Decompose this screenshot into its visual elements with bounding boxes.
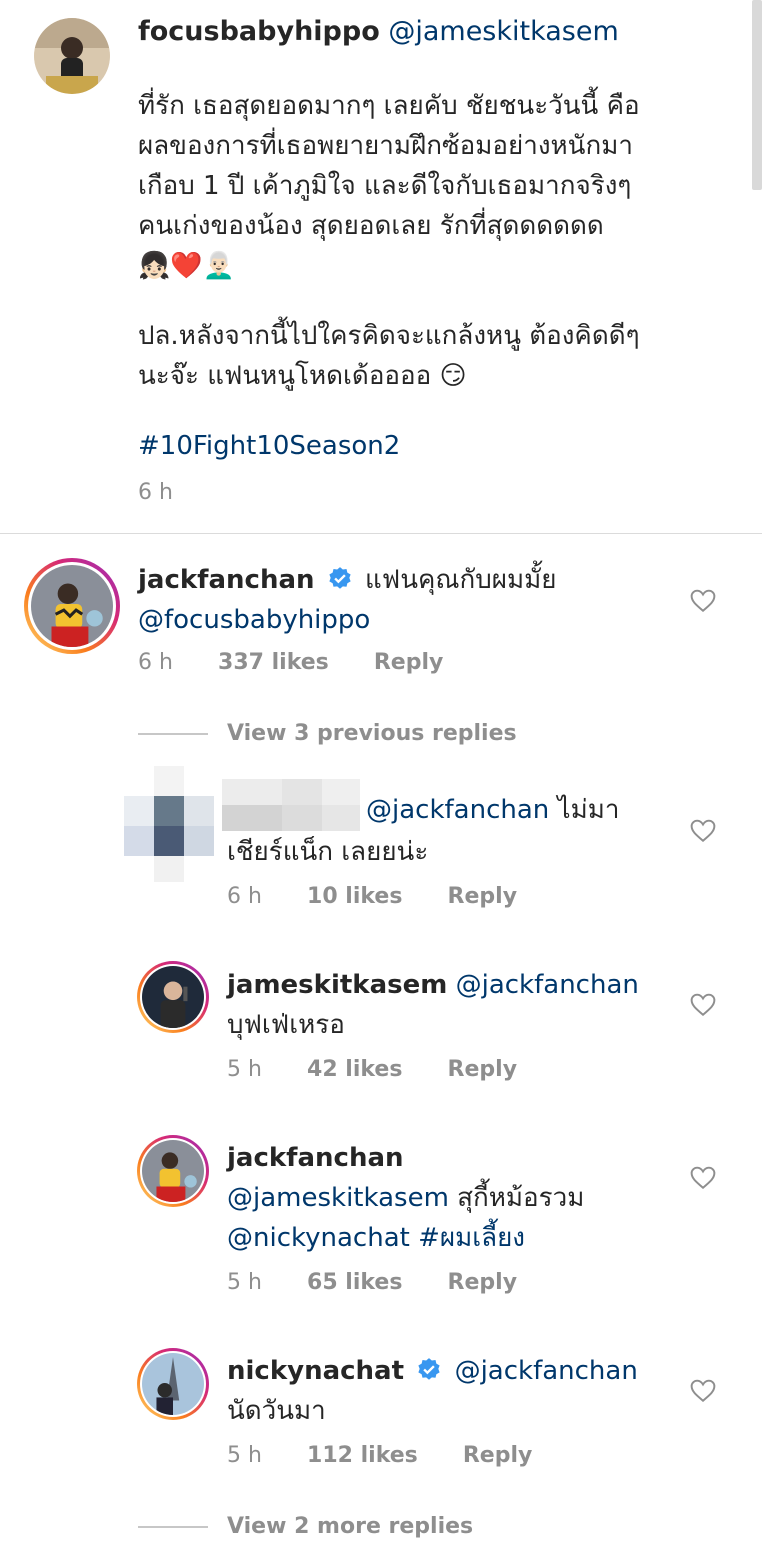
caption-header: focusbabyhippo @jameskitkasem xyxy=(138,12,619,52)
reply-hashtag[interactable]: #ผมเลี้ยง xyxy=(418,1223,525,1253)
reply-likes[interactable]: 42 likes xyxy=(307,1057,402,1082)
comment-avatar[interactable] xyxy=(24,558,120,654)
comment-time: 6 h xyxy=(138,650,173,675)
caption-avatar[interactable] xyxy=(34,18,110,94)
avatar-photo xyxy=(142,966,204,1028)
avatar-photo xyxy=(142,1353,204,1415)
reply-avatar[interactable] xyxy=(137,1135,209,1207)
reply-time: 5 h xyxy=(227,1057,262,1082)
caption-divider xyxy=(0,533,762,534)
view-more-replies[interactable]: View 2 more replies xyxy=(227,1514,473,1539)
reply-meta: 5 h 112 likes Reply xyxy=(227,1443,532,1468)
caption-time: 6 h xyxy=(138,480,173,505)
heart-outline-icon[interactable] xyxy=(690,1379,716,1403)
comment-text: แฟนคุณกับผมมั้ย xyxy=(365,565,557,595)
reply-time: 6 h xyxy=(227,884,262,909)
caption-line: ผลของการที่เธอพยายามฝึกซ้อมอย่างหนักมา xyxy=(138,131,633,161)
reply-avatar[interactable] xyxy=(137,961,209,1033)
reply-body: jameskitkasem @jackfanchan บุฟเฟ่เหรอ xyxy=(227,965,639,1045)
heart-outline-icon[interactable] xyxy=(690,993,716,1017)
reply-meta: 5 h 65 likes Reply xyxy=(227,1270,517,1295)
caption-mention[interactable]: @jameskitkasem xyxy=(388,16,618,47)
caption-emoji-line: 👧🏻❤️👨🏻‍🦳 xyxy=(138,251,236,281)
reply-mention[interactable]: @jackfanchan xyxy=(366,795,549,825)
reply-button[interactable]: Reply xyxy=(448,1057,518,1082)
reply-avatar-blurred xyxy=(124,766,214,886)
reply-username-blurred xyxy=(222,779,360,831)
reply-text-cont: เชียร์แน็ก เลยยน่ะ xyxy=(227,837,429,867)
view-previous-line xyxy=(138,733,208,735)
reply-mention[interactable]: @nickynachat xyxy=(227,1223,410,1253)
comment-mention[interactable]: @focusbabyhippo xyxy=(138,600,557,640)
avatar-photo xyxy=(34,18,110,94)
reply-text: สุกี้หม้อรวม xyxy=(457,1183,585,1213)
reply-likes[interactable]: 112 likes xyxy=(307,1443,418,1468)
reply-button[interactable]: Reply xyxy=(463,1443,533,1468)
comment-username[interactable]: jackfanchan xyxy=(138,565,315,595)
reply-meta: 5 h 42 likes Reply xyxy=(227,1057,517,1082)
caption-line: ที่รัก เธอสุดยอดมากๆ เลยคับ ชัยชนะวันนี้… xyxy=(138,91,640,121)
verified-badge-icon xyxy=(418,1358,440,1380)
comment-meta: 6 h 337 likes Reply xyxy=(138,650,443,675)
reply-body: nickynachat @jackfanchan นัดวันมา xyxy=(227,1351,638,1431)
reply-likes[interactable]: 65 likes xyxy=(307,1270,402,1295)
reply-button[interactable]: Reply xyxy=(374,650,444,675)
heart-outline-icon[interactable] xyxy=(690,1166,716,1190)
avatar-photo xyxy=(31,565,113,647)
reply-text: นัดวันมา xyxy=(227,1396,326,1426)
view-previous-replies[interactable]: View 3 previous replies xyxy=(227,721,517,746)
caption-line: คนเก่งของน้อง สุดยอดเลย รักที่สุดดดดดด xyxy=(138,211,604,241)
reply-mention[interactable]: @jameskitkasem xyxy=(227,1183,449,1213)
verified-badge-icon xyxy=(329,567,351,589)
heart-outline-icon[interactable] xyxy=(690,819,716,843)
comment-likes[interactable]: 337 likes xyxy=(218,650,329,675)
caption-ps: ปล.หลังจากนี้ไปใครคิดจะแกล้งหนู ต้องคิดด… xyxy=(138,316,640,396)
reply-body: jackfanchan @jameskitkasem สุกี้หม้อรวม … xyxy=(227,1138,584,1258)
reply-likes[interactable]: 10 likes xyxy=(307,884,402,909)
reply-mention[interactable]: @jackfanchan xyxy=(455,1356,638,1386)
caption-line: เกือบ 1 ปี เค้าภูมิใจ และดีใจกับเธอมากจร… xyxy=(138,171,632,201)
caption-hashtag[interactable]: #10Fight10Season2 xyxy=(138,428,400,464)
caption-ps-line: นะจ๊ะ แฟนหนูโหดเด้ออออ 😏 xyxy=(138,361,467,391)
reply-button[interactable]: Reply xyxy=(448,1270,518,1295)
reply-username[interactable]: jameskitkasem xyxy=(227,970,447,1000)
reply-avatar[interactable] xyxy=(137,1348,209,1420)
scrollbar[interactable] xyxy=(752,0,762,190)
reply-body: @jackfanchan ไม่มา xyxy=(366,790,619,830)
reply-time: 5 h xyxy=(227,1443,262,1468)
comment-body: jackfanchan แฟนคุณกับผมมั้ย @focusbabyhi… xyxy=(138,560,557,640)
avatar-photo xyxy=(142,1140,204,1202)
reply-text: ไม่มา xyxy=(557,795,620,825)
reply-text: บุฟเฟ่เหรอ xyxy=(227,1010,345,1040)
caption-username[interactable]: focusbabyhippo xyxy=(138,16,380,47)
reply-username[interactable]: nickynachat xyxy=(227,1356,404,1386)
caption-body: ที่รัก เธอสุดยอดมากๆ เลยคับ ชัยชนะวันนี้… xyxy=(138,86,640,286)
reply-button[interactable]: Reply xyxy=(448,884,518,909)
caption-ps-line: ปล.หลังจากนี้ไปใครคิดจะแกล้งหนู ต้องคิดด… xyxy=(138,321,640,351)
reply-username[interactable]: jackfanchan xyxy=(227,1143,404,1173)
heart-outline-icon[interactable] xyxy=(690,589,716,613)
reply-meta: 6 h 10 likes Reply xyxy=(227,884,517,909)
reply-time: 5 h xyxy=(227,1270,262,1295)
view-more-line xyxy=(138,1526,208,1528)
reply-mention[interactable]: @jackfanchan xyxy=(456,970,639,1000)
